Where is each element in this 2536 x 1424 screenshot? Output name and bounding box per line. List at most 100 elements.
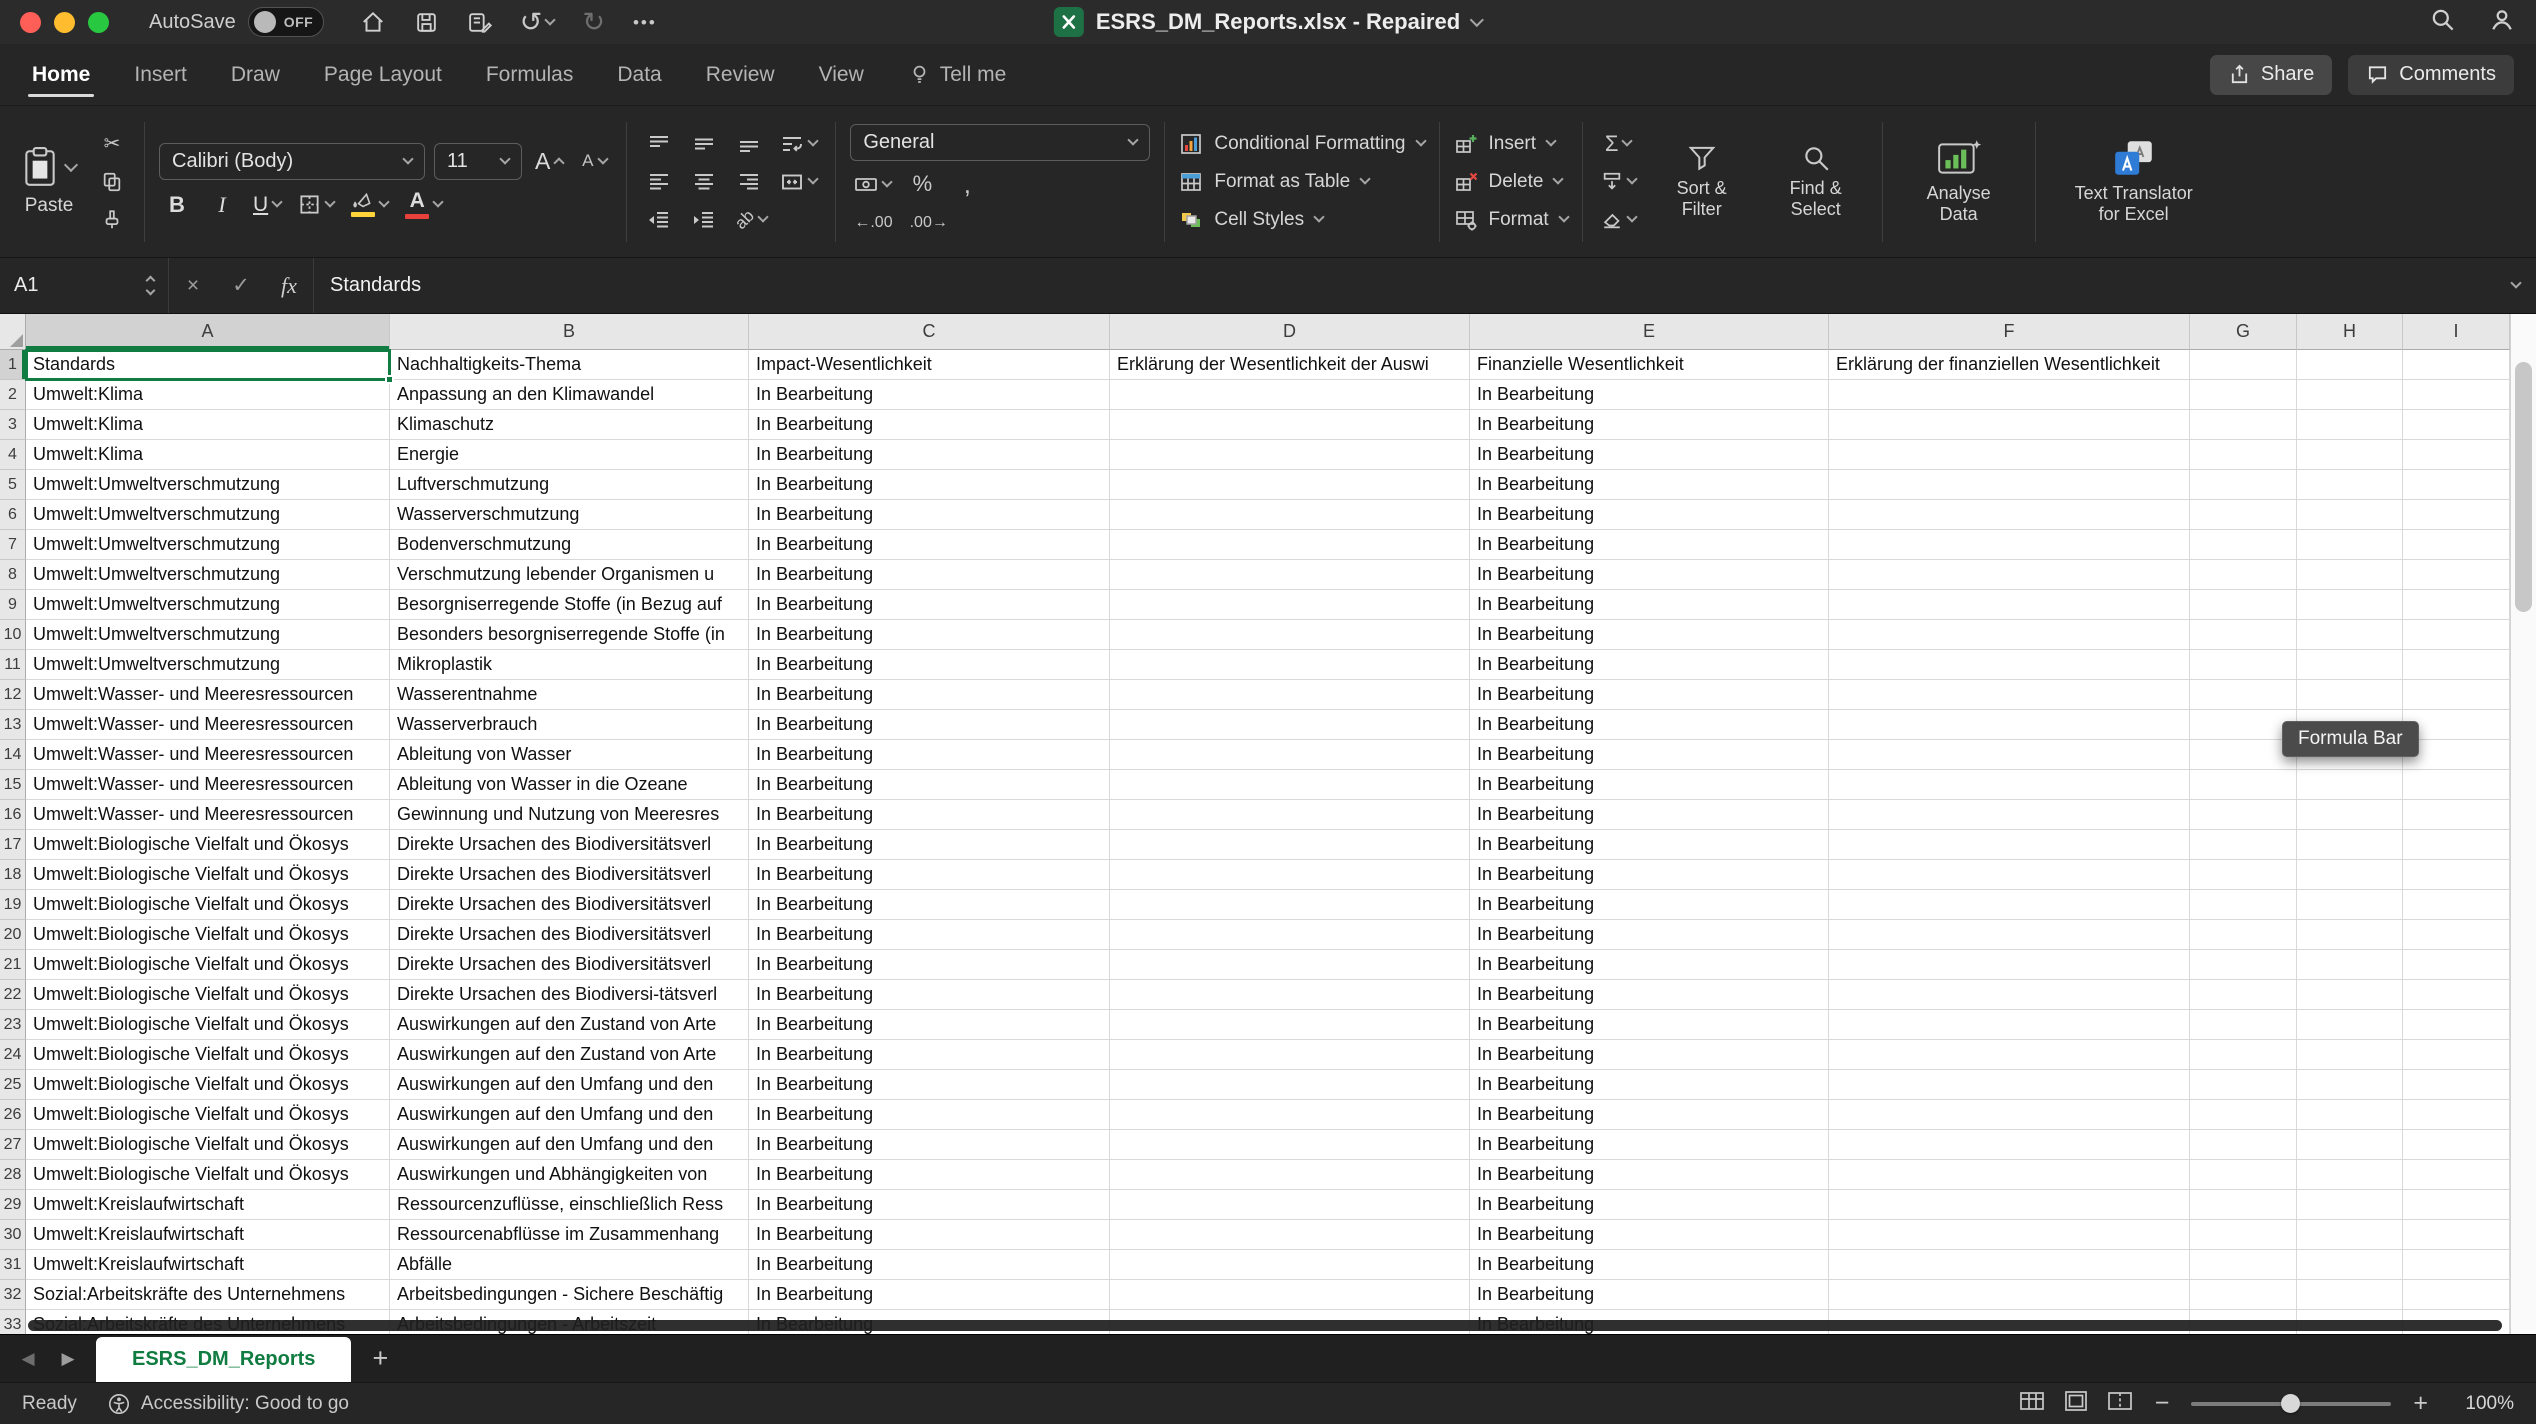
undo-button[interactable]: ↺: [520, 9, 555, 36]
cell-A27[interactable]: Umwelt:Biologische Vielfalt und Ökosys: [26, 1130, 390, 1160]
cell-C5[interactable]: In Bearbeitung: [749, 470, 1110, 500]
cell-F13[interactable]: [1829, 710, 2190, 740]
cell-H7[interactable]: [2297, 530, 2403, 560]
cell-I28[interactable]: [2403, 1160, 2510, 1190]
cell-A1[interactable]: Standards: [26, 350, 390, 380]
page-layout-view-button[interactable]: [2063, 1390, 2089, 1418]
orientation-button[interactable]: ab: [731, 204, 771, 236]
cell-G23[interactable]: [2190, 1010, 2297, 1040]
cell-B23[interactable]: Auswirkungen auf den Zustand von Arte: [390, 1010, 749, 1040]
row-header-19[interactable]: 19: [0, 890, 26, 920]
cell-B9[interactable]: Besorgniserregende Stoffe (in Bezug auf: [390, 590, 749, 620]
cell-H25[interactable]: [2297, 1070, 2403, 1100]
cell-C8[interactable]: In Bearbeitung: [749, 560, 1110, 590]
cell-A28[interactable]: Umwelt:Biologische Vielfalt und Ökosys: [26, 1160, 390, 1190]
cell-G8[interactable]: [2190, 560, 2297, 590]
row-header-23[interactable]: 23: [0, 1010, 26, 1040]
cell-B24[interactable]: Auswirkungen auf den Zustand von Arte: [390, 1040, 749, 1070]
cell-D15[interactable]: [1110, 770, 1470, 800]
cell-D32[interactable]: [1110, 1280, 1470, 1310]
search-button[interactable]: [2429, 6, 2456, 38]
cell-H4[interactable]: [2297, 440, 2403, 470]
borders-button[interactable]: [294, 189, 338, 221]
col-header-G[interactable]: G: [2190, 314, 2297, 350]
select-all-corner[interactable]: [0, 314, 26, 350]
cell-C2[interactable]: In Bearbeitung: [749, 380, 1110, 410]
horizontal-scrollbar-thumb[interactable]: [28, 1320, 2502, 1331]
ribbon-tab-formulas[interactable]: Formulas: [464, 45, 596, 105]
analyse-data-button[interactable]: Analyse Data: [1897, 138, 2021, 225]
cell-D30[interactable]: [1110, 1220, 1470, 1250]
row-header-30[interactable]: 30: [0, 1220, 26, 1250]
cell-E29[interactable]: In Bearbeitung: [1470, 1190, 1829, 1220]
cell-B8[interactable]: Verschmutzung lebender Organismen u: [390, 560, 749, 590]
cell-H12[interactable]: [2297, 680, 2403, 710]
cell-G2[interactable]: [2190, 380, 2297, 410]
cell-D19[interactable]: [1110, 890, 1470, 920]
cell-C15[interactable]: In Bearbeitung: [749, 770, 1110, 800]
cell-G1[interactable]: [2190, 350, 2297, 380]
row-header-25[interactable]: 25: [0, 1070, 26, 1100]
cell-E2[interactable]: In Bearbeitung: [1470, 380, 1829, 410]
cell-F31[interactable]: [1829, 1250, 2190, 1280]
cell-E3[interactable]: In Bearbeitung: [1470, 410, 1829, 440]
home-button[interactable]: [360, 9, 386, 35]
autosum-button[interactable]: Σ: [1597, 128, 1640, 160]
cell-F15[interactable]: [1829, 770, 2190, 800]
cell-E6[interactable]: In Bearbeitung: [1470, 500, 1829, 530]
cell-A10[interactable]: Umwelt:Umweltverschmutzung: [26, 620, 390, 650]
cell-C4[interactable]: In Bearbeitung: [749, 440, 1110, 470]
cell-G27[interactable]: [2190, 1130, 2297, 1160]
cell-B15[interactable]: Ableitung von Wasser in die Ozeane: [390, 770, 749, 800]
cell-H22[interactable]: [2297, 980, 2403, 1010]
cell-D27[interactable]: [1110, 1130, 1470, 1160]
cell-C24[interactable]: In Bearbeitung: [749, 1040, 1110, 1070]
cell-C13[interactable]: In Bearbeitung: [749, 710, 1110, 740]
row-header-13[interactable]: 13: [0, 710, 26, 740]
cell-B30[interactable]: Ressourcenabflüsse im Zusammenhang: [390, 1220, 749, 1250]
clear-button[interactable]: [1597, 204, 1640, 236]
cell-D5[interactable]: [1110, 470, 1470, 500]
cell-A6[interactable]: Umwelt:Umweltverschmutzung: [26, 500, 390, 530]
cell-G15[interactable]: [2190, 770, 2297, 800]
cell-F8[interactable]: [1829, 560, 2190, 590]
cell-I23[interactable]: [2403, 1010, 2510, 1040]
row-header-31[interactable]: 31: [0, 1250, 26, 1280]
cell-B20[interactable]: Direkte Ursachen des Biodiversitätsverl: [390, 920, 749, 950]
cell-F27[interactable]: [1829, 1130, 2190, 1160]
row-header-22[interactable]: 22: [0, 980, 26, 1010]
zoom-out-button[interactable]: −: [2155, 1389, 2170, 1418]
cell-G11[interactable]: [2190, 650, 2297, 680]
cell-I21[interactable]: [2403, 950, 2510, 980]
cell-I10[interactable]: [2403, 620, 2510, 650]
cell-E28[interactable]: In Bearbeitung: [1470, 1160, 1829, 1190]
formula-input[interactable]: Standards: [314, 258, 2496, 313]
row-header-14[interactable]: 14: [0, 740, 26, 770]
comments-button[interactable]: Comments: [2348, 55, 2514, 95]
cell-A22[interactable]: Umwelt:Biologische Vielfalt und Ökosys: [26, 980, 390, 1010]
cell-G10[interactable]: [2190, 620, 2297, 650]
cell-H32[interactable]: [2297, 1280, 2403, 1310]
cell-I9[interactable]: [2403, 590, 2510, 620]
merge-center-button[interactable]: [776, 166, 821, 198]
cell-A17[interactable]: Umwelt:Biologische Vielfalt und Ökosys: [26, 830, 390, 860]
cell-D1[interactable]: Erklärung der Wesentlichkeit der Auswi: [1110, 350, 1470, 380]
row-header-15[interactable]: 15: [0, 770, 26, 800]
cell-I24[interactable]: [2403, 1040, 2510, 1070]
cell-D10[interactable]: [1110, 620, 1470, 650]
cell-F16[interactable]: [1829, 800, 2190, 830]
row-header-26[interactable]: 26: [0, 1100, 26, 1130]
cell-B28[interactable]: Auswirkungen und Abhängigkeiten von: [390, 1160, 749, 1190]
cell-I25[interactable]: [2403, 1070, 2510, 1100]
cell-I12[interactable]: [2403, 680, 2510, 710]
cell-H16[interactable]: [2297, 800, 2403, 830]
cell-C7[interactable]: In Bearbeitung: [749, 530, 1110, 560]
row-header-17[interactable]: 17: [0, 830, 26, 860]
cell-F20[interactable]: [1829, 920, 2190, 950]
align-top-button[interactable]: [641, 128, 677, 160]
cell-F1[interactable]: Erklärung der finanziellen Wesentlichkei…: [1829, 350, 2190, 380]
cell-C32[interactable]: In Bearbeitung: [749, 1280, 1110, 1310]
format-cells-button[interactable]: Format: [1454, 203, 1568, 237]
cell-I3[interactable]: [2403, 410, 2510, 440]
cell-F22[interactable]: [1829, 980, 2190, 1010]
